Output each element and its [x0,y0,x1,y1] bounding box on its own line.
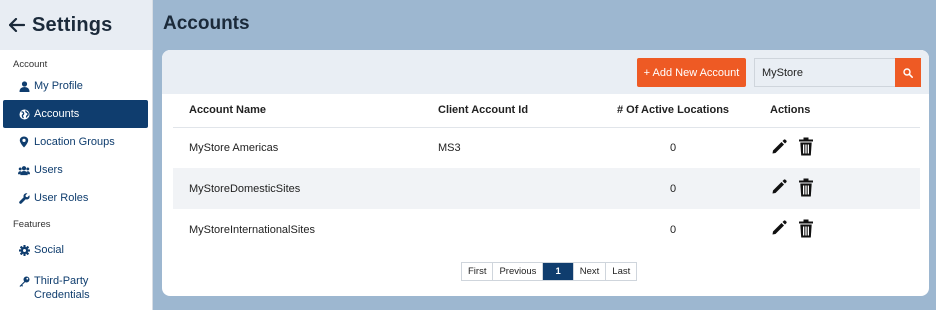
key-icon [18,275,30,287]
pencil-icon[interactable] [770,138,788,156]
sidebar-header: Settings [0,0,152,50]
sidebar-item-label: Users [34,164,63,176]
account-name-cell: MyStoreDomesticSites [173,168,438,209]
pagination-first-button[interactable]: First [462,263,494,280]
search-input[interactable] [754,58,895,87]
search-button[interactable] [895,58,921,87]
table-row: MyStoreDomesticSites 0 [173,168,920,209]
active-locations-cell: 0 [669,223,677,236]
pagination-current-page[interactable]: 1 [543,263,574,280]
sidebar-item-third-party-credentials[interactable]: Third-Party Credentials [0,270,152,304]
table-row: MyStoreInternationalSites 0 [173,209,920,250]
active-locations-cell: 0 [669,141,677,154]
users-icon [18,164,30,176]
sidebar-item-label: Third-Party Credentials [34,275,90,301]
accounts-card: + Add New Account Account Name Client Ac… [162,50,929,296]
sidebar-item-accounts[interactable]: Accounts [3,100,148,128]
pagination-previous-button[interactable]: Previous [493,263,544,280]
column-header-account-name[interactable]: Account Name [173,94,438,128]
trash-icon[interactable] [798,137,814,156]
sidebar-title: Settings [32,13,113,36]
table-row: MyStore Americas MS3 0 [173,127,920,168]
actions-cell [748,168,920,209]
pagination: First Previous 1 Next Last [461,262,638,281]
table-header-row: Account Name Client Account Id # Of Acti… [173,94,920,128]
sidebar-item-my-profile[interactable]: My Profile [0,72,152,100]
sidebar-item-user-roles[interactable]: User Roles [0,184,152,212]
account-name-cell: MyStoreInternationalSites [189,223,315,236]
pagination-last-button[interactable]: Last [606,263,637,280]
search-icon [903,67,913,78]
account-name-cell: MyStore Americas [189,141,279,154]
toolbar: + Add New Account [162,50,929,94]
section-label-account: Account [13,59,48,70]
client-account-id-cell: MS3 [438,141,461,154]
wrench-icon [18,192,30,204]
sidebar-item-location-groups[interactable]: Location Groups [0,128,152,156]
sidebar-item-label: User Roles [34,192,89,204]
column-header-active-locations[interactable]: # Of Active Locations [598,94,748,128]
active-locations-cell: 0 [598,168,748,209]
column-header-actions: Actions [748,94,920,128]
trash-icon[interactable] [798,219,814,238]
sidebar-item-label: Social [34,244,64,256]
sidebar: Settings Account My Profile Accounts Loc… [0,0,153,310]
sidebar-item-label: Location Groups [34,136,115,148]
pencil-icon[interactable] [770,219,788,237]
add-new-account-button[interactable]: + Add New Account [637,58,746,87]
pagination-next-button[interactable]: Next [573,263,607,280]
user-icon [18,80,30,92]
page-title: Accounts [163,13,250,34]
sidebar-item-social[interactable]: Social [0,236,152,264]
client-account-id-cell [438,209,598,250]
accounts-table: Account Name Client Account Id # Of Acti… [173,94,920,250]
sidebar-item-users[interactable]: Users [0,156,152,184]
pencil-icon[interactable] [770,178,788,196]
actions-cell [748,209,920,250]
section-label-features: Features [13,219,51,230]
column-header-client-account-id[interactable]: Client Account Id [438,94,598,128]
sidebar-item-label: My Profile [34,80,83,92]
globe-icon [18,108,30,120]
client-account-id-cell [438,168,598,209]
search-box [754,58,921,87]
actions-cell [748,127,920,168]
trash-icon[interactable] [798,178,814,197]
map-pin-icon [18,136,30,148]
gear-icon [18,244,30,256]
arrow-left-icon[interactable] [8,16,26,34]
sidebar-item-label: Accounts [34,108,80,120]
